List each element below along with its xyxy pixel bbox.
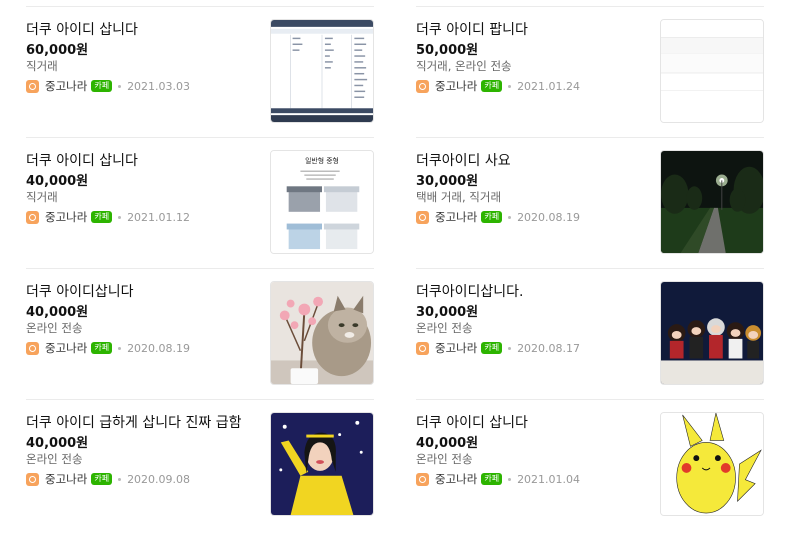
listing-date: 2021.01.04	[517, 472, 581, 486]
listing-title[interactable]: 더쿠 아이디 급하게 삽니다 진짜 급함	[26, 412, 241, 432]
listing-item[interactable]: 더쿠아이디 사요 30,000원 택배 거래, 직거래 중고나라 카페 2020…	[416, 138, 764, 269]
listing-trade-method: 직거래, 온라인 전송	[416, 59, 512, 73]
listing-meta: 중고나라 카페 2021.01.04	[416, 471, 580, 487]
listing-meta: 중고나라 카페 2021.01.24	[416, 78, 580, 94]
spreadsheet-thumbnail[interactable]	[270, 19, 374, 123]
seller-logo-icon	[26, 210, 39, 224]
seller-name[interactable]: 중고나라	[435, 209, 477, 225]
cafe-badge: 카페	[481, 342, 503, 354]
listing-item[interactable]: 더쿠 아이디 급하게 삽니다 진짜 급함 40,000원 온라인 전송 중고나라…	[26, 400, 374, 530]
seller-logo-icon	[26, 472, 39, 486]
listing-meta: 중고나라 카페 2020.08.19	[26, 340, 190, 356]
separator-dot	[508, 84, 512, 88]
listing-trade-method: 직거래	[26, 59, 58, 73]
listing-date: 2021.03.03	[127, 79, 191, 93]
separator-dot	[508, 477, 512, 481]
listing-price: 30,000원	[416, 305, 479, 320]
seller-logo-icon	[416, 341, 429, 355]
separator-dot	[118, 215, 122, 219]
listing-price: 30,000원	[416, 174, 479, 189]
listing-trade-method: 온라인 전송	[416, 321, 473, 335]
listing-column-right: 더쿠 아이디 팝니다 50,000원 직거래, 온라인 전송 중고나라 카페 2…	[416, 0, 764, 530]
listing-title[interactable]: 더쿠 아이디 팝니다	[416, 19, 528, 39]
figurines-thumbnail[interactable]	[660, 281, 764, 385]
listing-date: 2021.01.12	[127, 210, 191, 224]
listing-title[interactable]: 더쿠아이디삽니다.	[416, 281, 524, 301]
listing-item[interactable]: 더쿠 아이디 팝니다 50,000원 직거래, 온라인 전송 중고나라 카페 2…	[416, 7, 764, 138]
listing-date: 2021.01.24	[517, 79, 581, 93]
seller-name[interactable]: 중고나라	[435, 340, 477, 356]
storage-box-thumbnail[interactable]: 일반형 중형	[270, 150, 374, 254]
listing-price: 40,000원	[416, 436, 479, 451]
listing-price: 60,000원	[26, 43, 89, 58]
blank-form-thumbnail[interactable]	[660, 19, 764, 123]
listing-trade-method: 택배 거래, 직거래	[416, 190, 502, 204]
separator-dot	[118, 477, 122, 481]
cafe-badge: 카페	[91, 473, 113, 485]
listing-item[interactable]: 더쿠 아이디 삽니다 40,000원 온라인 전송 중고나라 카페 2021.0…	[416, 400, 764, 530]
listing-title[interactable]: 더쿠 아이디 삽니다	[26, 19, 138, 39]
thumbnail-caption: 일반형 중형	[305, 156, 339, 165]
listing-price: 40,000원	[26, 305, 89, 320]
cafe-badge: 카페	[91, 80, 113, 92]
listing-item[interactable]: 더쿠 아이디삽니다 40,000원 온라인 전송 중고나라 카페 2020.08…	[26, 269, 374, 400]
seller-name[interactable]: 중고나라	[435, 78, 477, 94]
seller-name[interactable]: 중고나라	[45, 209, 87, 225]
cafe-badge: 카페	[481, 211, 503, 223]
cafe-badge: 카페	[481, 473, 503, 485]
cafe-badge: 카페	[481, 80, 503, 92]
listing-item[interactable]: 더쿠 아이디 삽니다 60,000원 직거래 중고나라 카페 2021.03.0…	[26, 7, 374, 138]
seller-logo-icon	[416, 79, 429, 93]
cat-flowers-thumbnail[interactable]	[270, 281, 374, 385]
cafe-badge: 카페	[91, 211, 113, 223]
separator-dot	[508, 346, 512, 350]
listing-title[interactable]: 더쿠 아이디 삽니다	[416, 412, 528, 432]
listing-meta: 중고나라 카페 2021.03.03	[26, 78, 190, 94]
seller-logo-icon	[416, 472, 429, 486]
listing-title[interactable]: 더쿠 아이디 삽니다	[26, 150, 138, 170]
performer-thumbnail[interactable]	[270, 412, 374, 516]
separator-dot	[118, 84, 122, 88]
seller-name[interactable]: 중고나라	[435, 471, 477, 487]
listing-trade-method: 직거래	[26, 190, 58, 204]
listing-meta: 중고나라 카페 2021.01.12	[26, 209, 190, 225]
listing-trade-method: 온라인 전송	[416, 452, 473, 466]
listing-date: 2020.08.17	[517, 341, 581, 355]
listing-date: 2020.08.19	[517, 210, 581, 224]
listing-column-left: 더쿠 아이디 삽니다 60,000원 직거래 중고나라 카페 2021.03.0…	[26, 0, 374, 530]
night-park-thumbnail[interactable]	[660, 150, 764, 254]
listing-meta: 중고나라 카페 2020.09.08	[26, 471, 190, 487]
seller-logo-icon	[416, 210, 429, 224]
listing-item[interactable]: 더쿠 아이디 삽니다 40,000원 직거래 중고나라 카페 2021.01.1…	[26, 138, 374, 269]
seller-logo-icon	[26, 341, 39, 355]
listing-trade-method: 온라인 전송	[26, 321, 83, 335]
listing-date: 2020.09.08	[127, 472, 191, 486]
listing-date: 2020.08.19	[127, 341, 191, 355]
listing-meta: 중고나라 카페 2020.08.19	[416, 209, 580, 225]
separator-dot	[118, 346, 122, 350]
listing-price: 50,000원	[416, 43, 479, 58]
seller-logo-icon	[26, 79, 39, 93]
listing-item[interactable]: 더쿠아이디삽니다. 30,000원 온라인 전송 중고나라 카페 2020.08…	[416, 269, 764, 400]
listing-title[interactable]: 더쿠 아이디삽니다	[26, 281, 134, 301]
listing-trade-method: 온라인 전송	[26, 452, 83, 466]
seller-name[interactable]: 중고나라	[45, 471, 87, 487]
cafe-badge: 카페	[91, 342, 113, 354]
listing-price: 40,000원	[26, 436, 89, 451]
seller-name[interactable]: 중고나라	[45, 78, 87, 94]
seller-name[interactable]: 중고나라	[45, 340, 87, 356]
listing-meta: 중고나라 카페 2020.08.17	[416, 340, 580, 356]
listing-title[interactable]: 더쿠아이디 사요	[416, 150, 511, 170]
separator-dot	[508, 215, 512, 219]
pikachu-thumbnail[interactable]	[660, 412, 764, 516]
listing-price: 40,000원	[26, 174, 89, 189]
